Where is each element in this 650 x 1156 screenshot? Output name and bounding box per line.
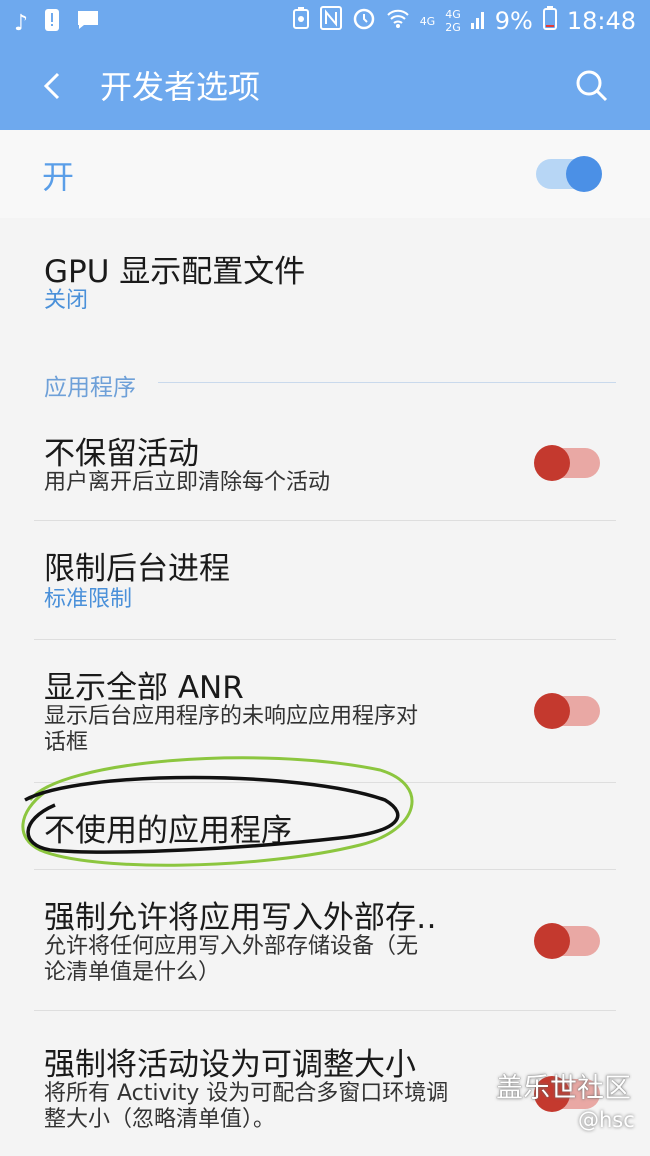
item-summary-line2: 论清单值是什么） xyxy=(44,960,221,985)
status-bar: ♪ 4G 4G 2G 9% 18:48 xyxy=(0,0,650,44)
nfc-icon xyxy=(319,6,342,36)
item-summary-line2: 整大小（忽略清单值）。 xyxy=(44,1107,276,1132)
item-title: 强制允许将应用写入外部存‥ xyxy=(44,900,437,936)
app-bar: 开发者选项 xyxy=(0,44,650,130)
back-arrow-icon[interactable] xyxy=(36,62,76,110)
item-value: 标准限制 xyxy=(44,587,133,612)
network-type-stack: 4G 2G xyxy=(445,9,461,33)
master-toggle[interactable] xyxy=(536,156,602,192)
toggle-knob xyxy=(534,445,570,481)
settings-list: GPU 显示配置文件 关闭 应用程序 不保留活动 用户离开后立即清除每个活动 限… xyxy=(0,218,650,1156)
battery-icon xyxy=(542,6,557,36)
section-header: 应用程序 xyxy=(44,375,136,401)
item-summary: 用户离开后立即清除每个活动 xyxy=(44,470,331,495)
force-external-toggle[interactable] xyxy=(534,923,600,959)
clock: 18:48 xyxy=(566,7,636,35)
alert-icon xyxy=(44,8,60,40)
section-divider xyxy=(158,382,616,383)
item-value: 关闭 xyxy=(44,288,89,313)
list-item-inactive-apps[interactable]: 不使用的应用程序 xyxy=(0,783,650,869)
message-icon xyxy=(76,9,100,39)
battery-percent: 9% xyxy=(494,7,533,35)
item-title: GPU 显示配置文件 xyxy=(44,254,306,290)
item-summary-line2: 话框 xyxy=(44,730,89,755)
toggle-knob xyxy=(534,693,570,729)
master-switch-label: 开 xyxy=(42,158,75,196)
search-icon[interactable] xyxy=(572,66,612,106)
watermark-user: @hsc xyxy=(578,1108,635,1132)
list-item-background-limit[interactable]: 限制后台进程 标准限制 xyxy=(0,521,650,639)
item-title: 不使用的应用程序 xyxy=(44,813,292,849)
item-title: 显示全部 ANR xyxy=(44,670,244,706)
list-item-dont-keep-activities[interactable]: 不保留活动 用户离开后立即清除每个活动 xyxy=(0,406,650,520)
item-title: 限制后台进程 xyxy=(44,551,230,587)
list-item-show-all-anr[interactable]: 显示全部 ANR 显示后台应用程序的未响应应用程序对 话框 xyxy=(0,640,650,782)
master-switch-row[interactable]: 开 xyxy=(0,130,650,219)
alarm-icon xyxy=(352,6,376,36)
dont-keep-toggle[interactable] xyxy=(534,445,600,481)
watermark-site: 盖乐世社区 xyxy=(496,1073,631,1104)
toggle-knob xyxy=(566,156,602,192)
page-title: 开发者选项 xyxy=(100,68,261,106)
item-summary-line1: 将所有 Activity 设为可配合多窗口环境调 xyxy=(44,1081,449,1106)
music-note-icon: ♪ xyxy=(14,11,29,36)
signal-icon xyxy=(470,7,485,35)
list-item-force-external-storage[interactable]: 强制允许将应用写入外部存‥ 允许将任何应用写入外部存储设备（无 论清单值是什么） xyxy=(0,870,650,1010)
network-type-top: 4G xyxy=(445,8,461,21)
item-title: 不保留活动 xyxy=(44,436,199,472)
item-summary-line1: 显示后台应用程序的未响应应用程序对 xyxy=(44,704,419,729)
network-type-bottom: 2G xyxy=(445,21,461,34)
battery-saver-icon xyxy=(292,6,310,36)
network-type-left: 4G xyxy=(419,14,436,28)
show-anr-toggle[interactable] xyxy=(534,693,600,729)
item-summary-line1: 允许将任何应用写入外部存储设备（无 xyxy=(44,934,419,959)
item-title: 强制将活动设为可调整大小 xyxy=(44,1047,416,1083)
toggle-knob xyxy=(534,923,570,959)
wifi-icon xyxy=(386,7,410,35)
list-item-gpu-profile[interactable]: GPU 显示配置文件 关闭 xyxy=(0,218,650,338)
